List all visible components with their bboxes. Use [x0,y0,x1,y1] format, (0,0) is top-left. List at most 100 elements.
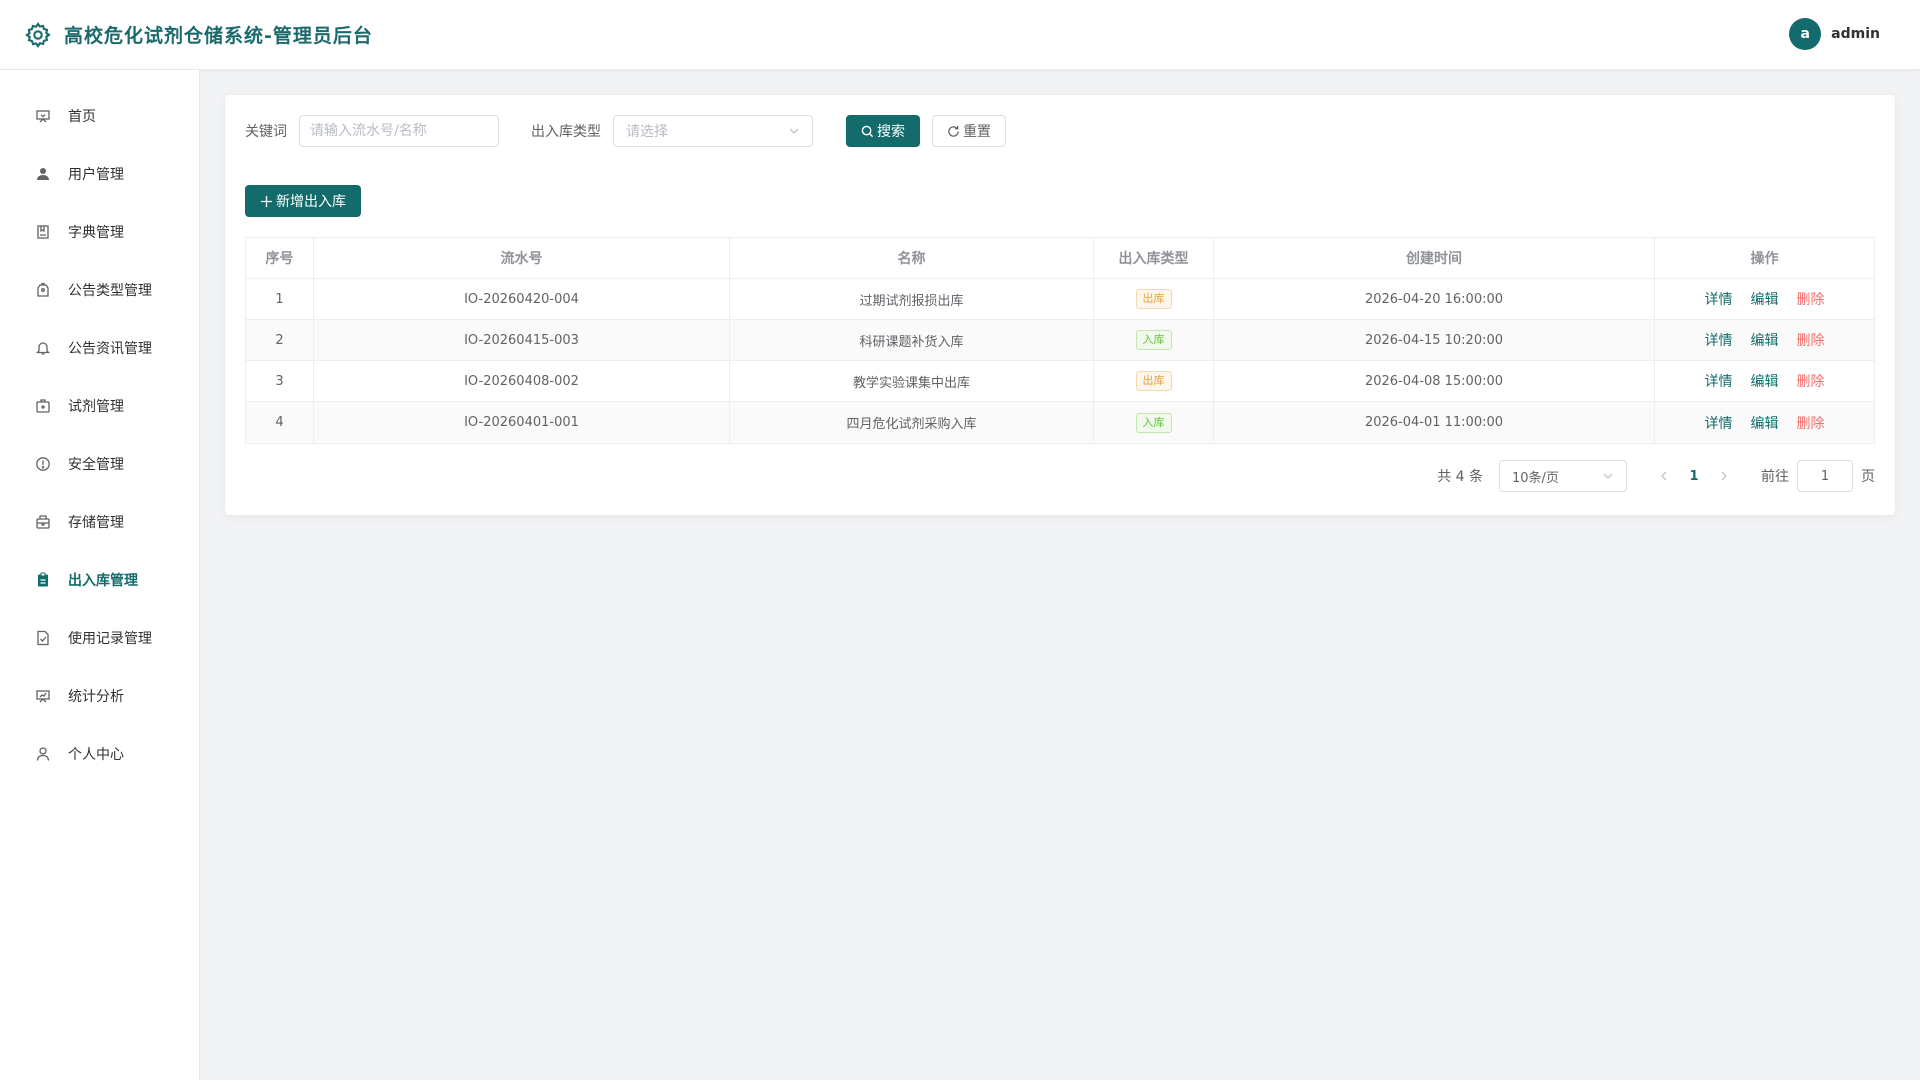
delete-link[interactable]: 删除 [1797,413,1825,433]
current-page[interactable]: 1 [1679,469,1709,484]
sidebar-item-label: 公告资讯管理 [68,341,152,357]
column-header-no: 序号 [246,238,314,278]
chevron-left-icon [1661,471,1667,481]
column-header-ops: 操作 [1750,251,1779,267]
sidebar-item-reagents[interactable]: 试剂管理 [0,377,199,435]
status-badge: 出库 [1135,371,1172,391]
username[interactable]: admin [1831,26,1880,42]
box-icon [34,397,52,415]
content-card: 关键词 出入库类型 请选择 搜索 重置 新增出入库 序号 流水号 名称 出入库类… [225,95,1895,515]
sidebar-item-notice-types[interactable]: 公告类型管理 [0,261,199,319]
add-inout-button[interactable]: 新增出入库 [245,185,361,217]
page-suffix: 页 [1861,469,1875,485]
cell-serial: IO-20260401-001 [314,402,730,443]
sidebar-item-notices[interactable]: 公告资讯管理 [0,319,199,377]
sidebar-item-home[interactable]: 首页 [0,87,199,145]
delete-link[interactable]: 删除 [1797,330,1825,350]
cell-no: 2 [246,320,314,360]
detail-link[interactable]: 详情 [1705,371,1733,391]
next-page-button[interactable] [1709,470,1739,482]
user-menu[interactable]: a admin [1789,18,1880,50]
edit-link[interactable]: 编辑 [1751,330,1779,350]
record-icon [34,629,52,647]
refresh-icon [948,125,959,137]
sidebar-item-label: 统计分析 [68,689,124,705]
tag-icon [34,281,52,299]
sidebar-item-label: 使用记录管理 [68,631,152,647]
cell-no: 3 [246,361,314,401]
sidebar-item-label: 存储管理 [68,515,124,531]
sidebar-item-usage-records[interactable]: 使用记录管理 [0,609,199,667]
reset-button[interactable]: 重置 [932,115,1006,147]
sidebar-item-profile[interactable]: 个人中心 [0,725,199,783]
sidebar-item-label: 试剂管理 [68,399,124,415]
cell-name: 过期试剂报损出库 [730,279,1094,319]
sidebar-item-users[interactable]: 用户管理 [0,145,199,203]
type-select-placeholder: 请选择 [626,124,668,140]
warning-icon [34,455,52,473]
sidebar-item-dictionary[interactable]: 字典管理 [0,203,199,261]
edit-link[interactable]: 编辑 [1751,289,1779,309]
detail-link[interactable]: 详情 [1705,289,1733,309]
chevron-right-icon [1721,471,1727,481]
sidebar-item-safety[interactable]: 安全管理 [0,435,199,493]
cell-serial: IO-20260408-002 [314,361,730,401]
search-button[interactable]: 搜索 [846,115,920,147]
sidebar-item-statistics[interactable]: 统计分析 [0,667,199,725]
sidebar-item-label: 字典管理 [68,225,124,241]
search-icon [861,125,874,137]
sidebar-item-label: 个人中心 [68,747,124,763]
gear-icon [25,21,51,48]
column-header-type: 出入库类型 [1094,238,1214,278]
keyword-input[interactable] [299,115,499,147]
reset-button-label: 重置 [963,124,991,140]
chevron-down-icon [1603,473,1613,479]
app-title: 高校危化试剂仓储系统-管理员后台 [64,25,373,47]
detail-link[interactable]: 详情 [1705,330,1733,350]
prev-page-button[interactable] [1649,470,1679,482]
sidebar-item-label: 公告类型管理 [68,283,152,299]
plus-icon [260,195,273,207]
filter-bar: 关键词 出入库类型 请选择 搜索 重置 [245,115,1006,147]
keyword-label: 关键词 [245,124,287,140]
cell-ops: 详情 编辑 删除 [1655,402,1874,443]
page-size-select[interactable]: 10条/页 [1499,460,1627,492]
user-icon [34,165,52,183]
storage-icon [34,513,52,531]
cell-type: 出库 [1094,361,1214,401]
table-row: 4 IO-20260401-001 四月危化试剂采购入库 入库 2026-04-… [246,402,1874,443]
edit-link[interactable]: 编辑 [1751,413,1779,433]
edit-link[interactable]: 编辑 [1751,371,1779,391]
status-badge: 入库 [1135,330,1172,350]
cell-name: 教学实验课集中出库 [730,361,1094,401]
table-header-row: 序号 流水号 名称 出入库类型 创建时间 操作 [246,238,1874,279]
detail-link[interactable]: 详情 [1705,413,1733,433]
cell-serial: IO-20260415-003 [314,320,730,360]
sidebar-item-storage[interactable]: 存储管理 [0,493,199,551]
bell-icon [34,339,52,357]
delete-link[interactable]: 删除 [1797,289,1825,309]
cell-type: 入库 [1094,320,1214,360]
cell-time: 2026-04-20 16:00:00 [1214,279,1655,319]
home-icon [34,107,52,125]
search-button-label: 搜索 [877,124,905,140]
sidebar-item-inout[interactable]: 出入库管理 [0,551,199,609]
page-size-value: 10条/页 [1512,470,1559,486]
avatar[interactable]: a [1789,18,1822,50]
delete-link[interactable]: 删除 [1797,371,1825,391]
cell-no: 1 [246,279,314,319]
sidebar-item-label: 用户管理 [68,167,124,183]
cell-name: 四月危化试剂采购入库 [730,402,1094,443]
person-icon [34,745,52,763]
table-row: 3 IO-20260408-002 教学实验课集中出库 出库 2026-04-0… [246,361,1874,402]
cell-ops: 详情 编辑 删除 [1655,320,1874,360]
status-badge: 出库 [1135,289,1172,309]
total-count: 共 4 条 [1437,469,1483,485]
cell-ops: 详情 编辑 删除 [1655,361,1874,401]
type-select[interactable]: 请选择 [613,115,813,147]
sidebar-item-label: 安全管理 [68,457,124,473]
add-button-label: 新增出入库 [276,194,346,210]
goto-page-input[interactable] [1797,460,1853,492]
sidebar-item-label: 出入库管理 [68,573,138,589]
type-label: 出入库类型 [531,124,601,140]
